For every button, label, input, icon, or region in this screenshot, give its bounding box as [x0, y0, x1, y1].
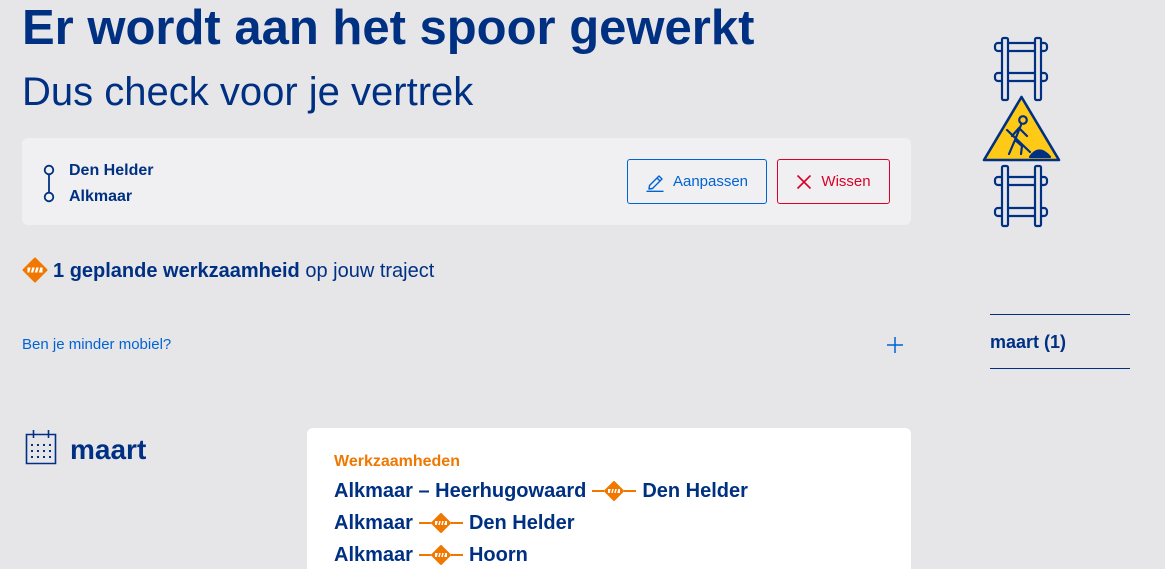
works-route-from: Alkmaar — [334, 512, 413, 534]
plus-icon[interactable] — [886, 336, 904, 354]
works-category: Werkzaamheden — [334, 453, 460, 470]
works-connector-icon — [418, 545, 463, 565]
works-count: 1 — [53, 260, 65, 282]
works-route: Alkmaar Hoorn — [334, 542, 884, 568]
works-summary: 1 geplande werkzaamheid op jouw traject — [53, 258, 434, 284]
works-summary-suffix: op jouw traject — [305, 260, 435, 282]
route-origin: Den Helder — [69, 162, 154, 179]
works-warning-icon — [22, 257, 48, 283]
route-destination: Alkmaar — [69, 188, 133, 205]
rail-track-top — [993, 36, 1049, 102]
close-icon[interactable] — [796, 174, 812, 190]
month-title: maart — [70, 434, 147, 465]
rail-track-bottom — [993, 164, 1049, 228]
month-nav-item-maart[interactable]: maart (1) — [990, 330, 1130, 354]
month-nav: maart (1) — [990, 314, 1130, 369]
route-summary-card: Den Helder Alkmaar Aanpassen Wissen — [22, 138, 911, 225]
page-subtitle: Dus check voor je vertrek — [22, 70, 474, 114]
clear-route-label[interactable]: Wissen — [821, 172, 870, 192]
calendar-icon — [25, 430, 57, 465]
works-route-from: Alkmaar – Heerhugowaard — [334, 480, 587, 502]
works-count-text: 1 geplande werkzaamheid — [53, 260, 300, 282]
works-route: Alkmaar – Heerhugowaard Den Helder — [334, 478, 884, 504]
page-title: Er wordt aan het spoor gewerkt — [22, 1, 755, 55]
works-route-list: Alkmaar – Heerhugowaard Den Helder Alkma… — [334, 478, 884, 568]
track-works-illustration — [982, 36, 1061, 228]
warning-sign — [982, 95, 1061, 162]
works-route: Alkmaar Den Helder — [334, 510, 884, 536]
works-route-to: Hoorn — [468, 544, 528, 566]
page: Er wordt aan het spoor gewerkt Dus check… — [0, 0, 1165, 569]
reduced-mobility-label[interactable]: Ben je minder mobiel? — [22, 335, 171, 355]
works-count-label: geplande werkzaamheid — [69, 260, 300, 282]
clear-route-button[interactable]: Wissen — [777, 159, 890, 204]
works-route-to: Den Helder — [468, 512, 575, 534]
works-connector-icon — [592, 481, 637, 501]
pencil-icon[interactable] — [646, 171, 664, 192]
edit-route-label[interactable]: Aanpassen — [673, 172, 748, 192]
reduced-mobility-toggle[interactable]: Ben je minder mobiel? — [22, 330, 904, 360]
edit-route-button[interactable]: Aanpassen — [627, 159, 767, 204]
works-card: Werkzaamheden Alkmaar – Heerhugowaard De… — [307, 428, 911, 569]
works-route-from: Alkmaar — [334, 544, 413, 566]
works-connector-icon — [418, 513, 463, 533]
route-icon — [43, 164, 55, 203]
works-route-to: Den Helder — [642, 480, 748, 502]
